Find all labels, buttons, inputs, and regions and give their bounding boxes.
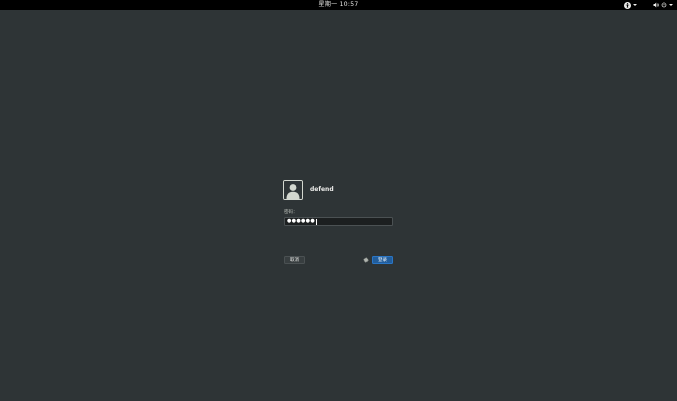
login-screen: 星期一 10:57 defend 密码： ●●●●●● 取消 登录 bbox=[0, 0, 677, 401]
chevron-down-icon bbox=[669, 4, 673, 6]
power-icon bbox=[661, 2, 667, 8]
user-name: defend bbox=[310, 186, 334, 193]
chevron-down-icon bbox=[633, 4, 637, 6]
accessibility-icon bbox=[624, 1, 631, 9]
sign-in-button[interactable]: 登录 bbox=[372, 256, 393, 264]
user-avatar-icon bbox=[283, 180, 303, 200]
gear-icon bbox=[363, 257, 369, 263]
top-bar: 星期一 10:57 bbox=[0, 0, 677, 10]
text-caret bbox=[315, 218, 317, 225]
session-settings-button[interactable] bbox=[363, 257, 369, 263]
password-value: ●●●●●● bbox=[287, 218, 315, 224]
top-bar-clock[interactable]: 星期一 10:57 bbox=[0, 0, 677, 10]
cancel-button[interactable]: 取消 bbox=[284, 256, 305, 264]
login-dialog: defend 密码： ●●●●●● 取消 登录 bbox=[283, 180, 395, 270]
system-tray bbox=[624, 0, 673, 10]
volume-icon bbox=[653, 2, 659, 8]
system-menu-button[interactable] bbox=[653, 0, 673, 10]
password-input[interactable]: ●●●●●● bbox=[284, 217, 393, 226]
accessibility-menu-button[interactable] bbox=[624, 0, 637, 10]
password-label: 密码： bbox=[284, 210, 298, 215]
